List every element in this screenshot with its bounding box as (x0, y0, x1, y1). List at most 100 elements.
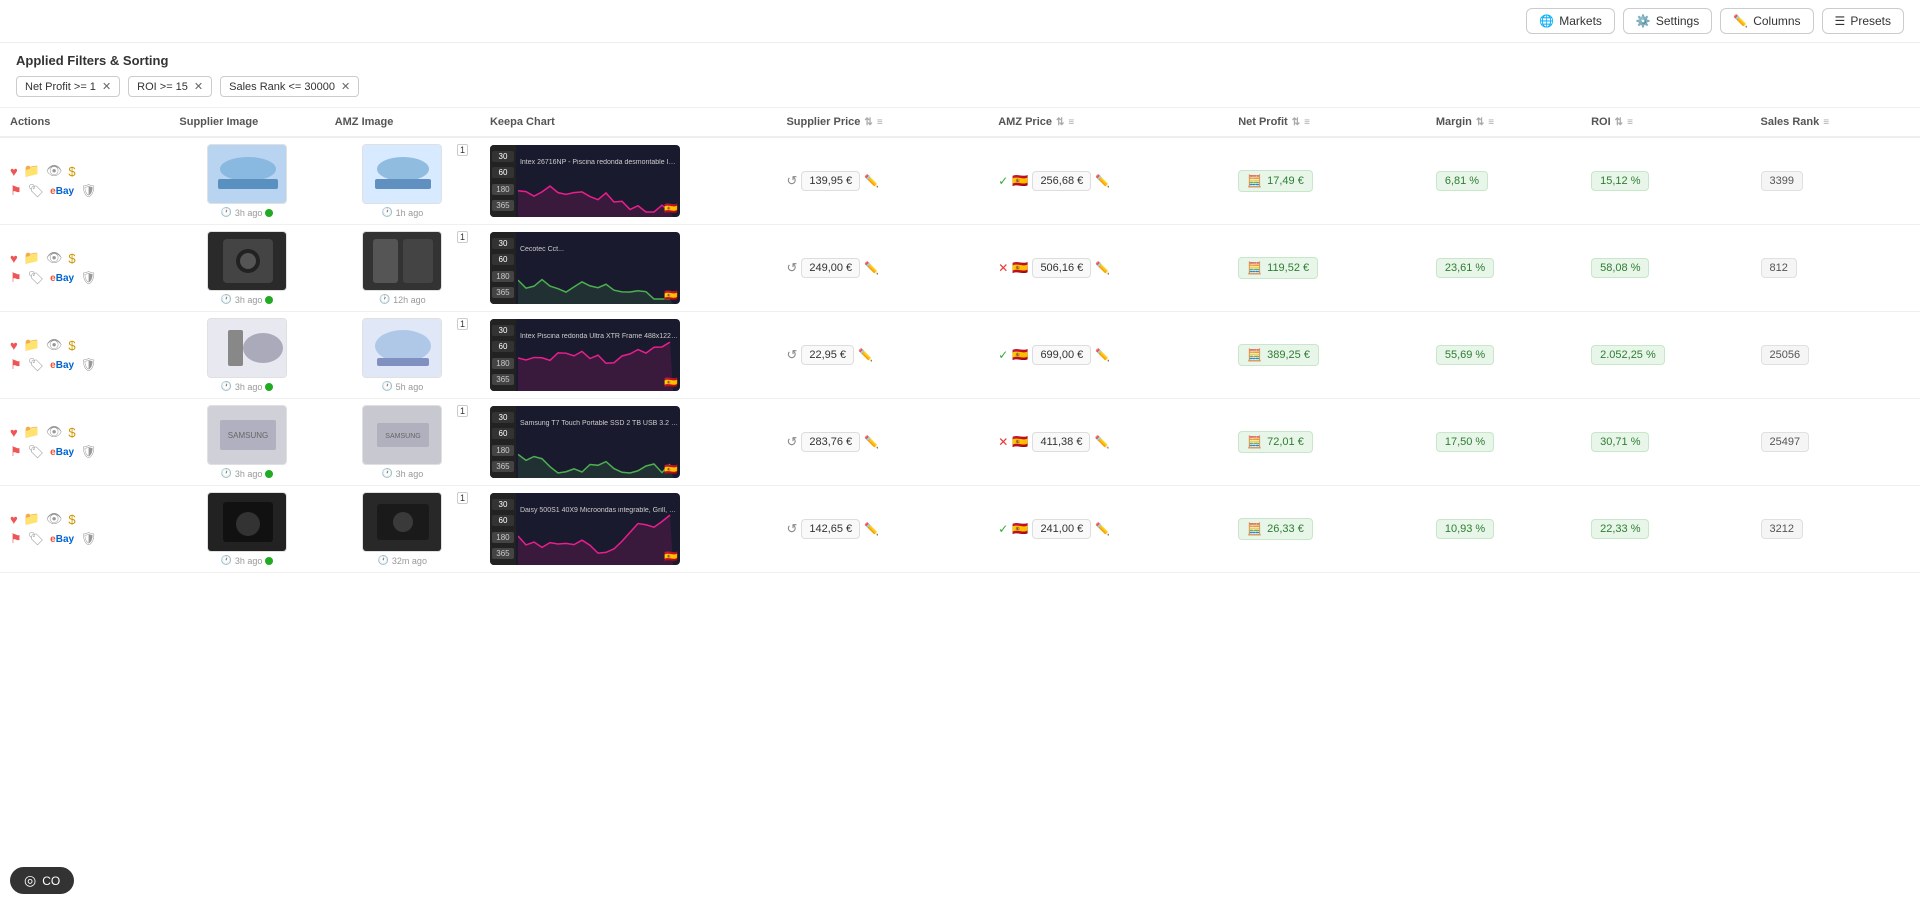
supplier-price-edit[interactable]: ✏️ (864, 522, 879, 536)
heart-icon[interactable]: ♥ (10, 251, 18, 266)
keepa-tab-365[interactable]: 365 (492, 461, 514, 472)
folder-icon[interactable]: 📁 (24, 337, 40, 353)
roi-sort[interactable]: ⇅ (1615, 117, 1623, 128)
revert-icon[interactable]: ↺ (786, 173, 797, 189)
supplier-product-image[interactable]: SAMSUNG (207, 405, 287, 465)
amz-price-edit[interactable]: ✏️ (1095, 174, 1110, 188)
dollar-icon[interactable]: $ (68, 512, 75, 527)
keepa-tab-60[interactable]: 60 (492, 515, 514, 526)
tag-icon[interactable]: 🏷 (28, 531, 45, 547)
supplier-price-edit[interactable]: ✏️ (858, 348, 873, 362)
filter-tag-close-sales-rank-filter[interactable]: ✕ (341, 80, 350, 93)
shield-icon[interactable]: 🛡 (80, 531, 97, 547)
revert-icon[interactable]: ↺ (786, 347, 797, 363)
ebay-icon[interactable]: eBay (50, 534, 74, 545)
amz-product-image[interactable] (362, 492, 442, 552)
supplier-price-filter[interactable]: ≡ (877, 117, 883, 128)
folder-icon[interactable]: 📁 (24, 511, 40, 527)
dollar-icon[interactable]: $ (68, 338, 75, 353)
tag-icon[interactable]: 🏷 (28, 444, 45, 460)
keepa-tab-365[interactable]: 365 (492, 374, 514, 385)
keepa-tab-180[interactable]: 180 (492, 271, 514, 282)
heart-icon[interactable]: ♥ (10, 512, 18, 527)
keepa-tab-30[interactable]: 30 (492, 325, 514, 336)
dollar-icon[interactable]: $ (68, 251, 75, 266)
margin-filter[interactable]: ≡ (1488, 117, 1494, 128)
keepa-tab-180[interactable]: 180 (492, 532, 514, 543)
keepa-chart-svg[interactable] (518, 505, 680, 565)
heart-icon[interactable]: ♥ (10, 164, 18, 179)
dollar-icon[interactable]: $ (68, 425, 75, 440)
keepa-tab-180[interactable]: 180 (492, 445, 514, 456)
supplier-price-edit[interactable]: ✏️ (864, 174, 879, 188)
keepa-tab-60[interactable]: 60 (492, 254, 514, 265)
net-profit-filter-icon[interactable]: ≡ (1304, 117, 1310, 128)
keepa-tab-30[interactable]: 30 (492, 499, 514, 510)
presets-button[interactable]: ☰ Presets (1822, 8, 1904, 34)
dollar-icon[interactable]: $ (68, 164, 75, 179)
eye-icon[interactable]: 👁 (46, 163, 63, 179)
tag-icon[interactable]: 🏷 (28, 357, 45, 373)
keepa-tab-180[interactable]: 180 (492, 358, 514, 369)
amz-product-image[interactable] (362, 318, 442, 378)
amz-price-edit[interactable]: ✏️ (1095, 261, 1110, 275)
amz-price-filter[interactable]: ≡ (1068, 117, 1074, 128)
folder-icon[interactable]: 📁 (24, 424, 40, 440)
supplier-price-edit[interactable]: ✏️ (864, 435, 879, 449)
amz-price-sort[interactable]: ⇅ (1056, 117, 1064, 128)
keepa-tab-30[interactable]: 30 (492, 238, 514, 249)
amz-product-image[interactable] (362, 144, 442, 204)
amz-product-image[interactable]: SAMSUNG (362, 405, 442, 465)
amz-price-edit[interactable]: ✏️ (1095, 522, 1110, 536)
keepa-tab-30[interactable]: 30 (492, 412, 514, 423)
eye-icon[interactable]: 👁 (46, 424, 63, 440)
keepa-chart-svg[interactable] (518, 331, 680, 391)
heart-icon[interactable]: ♥ (10, 338, 18, 353)
revert-icon[interactable]: ↺ (786, 521, 797, 537)
flag-icon[interactable]: ⚑ (10, 270, 22, 286)
settings-button[interactable]: ⚙️ Settings (1623, 8, 1712, 34)
supplier-product-image[interactable] (207, 492, 287, 552)
keepa-tab-60[interactable]: 60 (492, 341, 514, 352)
shield-icon[interactable]: 🛡 (80, 444, 97, 460)
columns-button[interactable]: ✏️ Columns (1720, 8, 1813, 34)
revert-icon[interactable]: ↺ (786, 260, 797, 276)
net-profit-sort[interactable]: ⇅ (1292, 117, 1300, 128)
revert-icon[interactable]: ↺ (786, 434, 797, 450)
supplier-price-edit[interactable]: ✏️ (864, 261, 879, 275)
supplier-product-image[interactable] (207, 318, 287, 378)
flag-icon[interactable]: ⚑ (10, 183, 22, 199)
shield-icon[interactable]: 🛡 (80, 270, 97, 286)
ebay-icon[interactable]: eBay (50, 360, 74, 371)
tag-icon[interactable]: 🏷 (28, 270, 45, 286)
tag-icon[interactable]: 🏷 (28, 183, 45, 199)
folder-icon[interactable]: 📁 (24, 250, 40, 266)
margin-sort[interactable]: ⇅ (1476, 117, 1484, 128)
filter-tag-close-net-profit-filter[interactable]: ✕ (102, 80, 111, 93)
shield-icon[interactable]: 🛡 (80, 357, 97, 373)
ebay-icon[interactable]: eBay (50, 447, 74, 458)
eye-icon[interactable]: 👁 (46, 250, 63, 266)
flag-icon[interactable]: ⚑ (10, 444, 22, 460)
roi-filter-icon[interactable]: ≡ (1627, 117, 1633, 128)
heart-icon[interactable]: ♥ (10, 425, 18, 440)
keepa-chart-svg[interactable] (518, 418, 680, 478)
amz-product-image[interactable] (362, 231, 442, 291)
ebay-icon[interactable]: eBay (50, 186, 74, 197)
flag-icon[interactable]: ⚑ (10, 357, 22, 373)
keepa-tab-365[interactable]: 365 (492, 200, 514, 211)
markets-button[interactable]: 🌐 Markets (1526, 8, 1615, 34)
amz-price-edit[interactable]: ✏️ (1095, 348, 1110, 362)
supplier-product-image[interactable] (207, 231, 287, 291)
keepa-chart-svg[interactable] (518, 157, 680, 217)
flag-icon[interactable]: ⚑ (10, 531, 22, 547)
supplier-product-image[interactable] (207, 144, 287, 204)
shield-icon[interactable]: 🛡 (80, 183, 97, 199)
filter-tag-close-roi-filter[interactable]: ✕ (194, 80, 203, 93)
keepa-tab-365[interactable]: 365 (492, 287, 514, 298)
keepa-chart-svg[interactable] (518, 244, 680, 304)
eye-icon[interactable]: 👁 (46, 511, 63, 527)
amz-price-edit[interactable]: ✏️ (1094, 435, 1109, 449)
keepa-tab-365[interactable]: 365 (492, 548, 514, 559)
keepa-tab-30[interactable]: 30 (492, 151, 514, 162)
